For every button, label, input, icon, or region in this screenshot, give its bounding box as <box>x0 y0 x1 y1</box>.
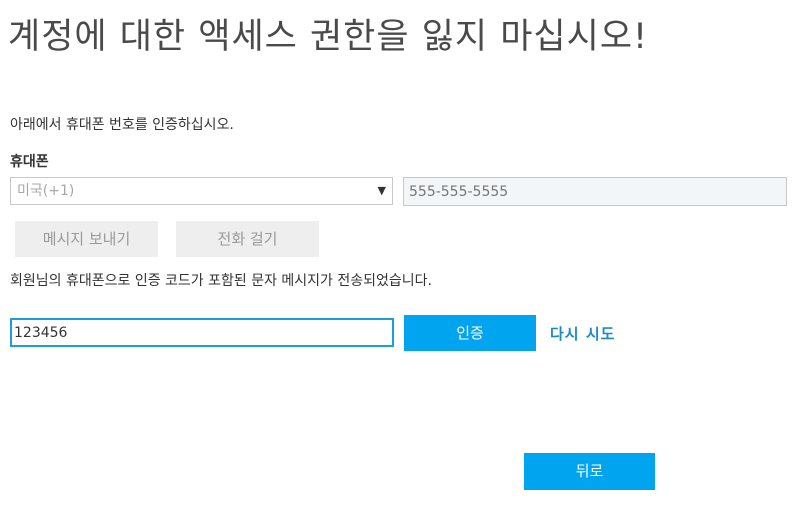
verify-button[interactable]: 인증 <box>404 315 536 351</box>
country-code-value: 미국(+1) <box>17 183 75 199</box>
country-code-select[interactable]: 미국(+1) ▼ <box>10 177 393 205</box>
back-button[interactable]: 뒤로 <box>524 453 655 490</box>
instruction-text: 아래에서 휴대폰 번호를 인증하십시오. <box>10 117 234 133</box>
verification-code-input[interactable] <box>10 318 394 347</box>
retry-link[interactable]: 다시 시도 <box>550 323 615 344</box>
phone-number-input[interactable] <box>403 177 787 206</box>
code-sent-message: 회원님의 휴대폰으로 인증 코드가 포함된 문자 메시지가 전송되었습니다. <box>10 273 432 289</box>
page-title: 계정에 대한 액세스 권한을 잃지 마십시오! <box>8 17 649 57</box>
phone-label: 휴대폰 <box>10 154 49 170</box>
dropdown-arrow-icon: ▼ <box>377 184 386 197</box>
call-button[interactable]: 전화 걸기 <box>176 221 319 257</box>
send-sms-button[interactable]: 메시지 보내기 <box>15 221 158 257</box>
